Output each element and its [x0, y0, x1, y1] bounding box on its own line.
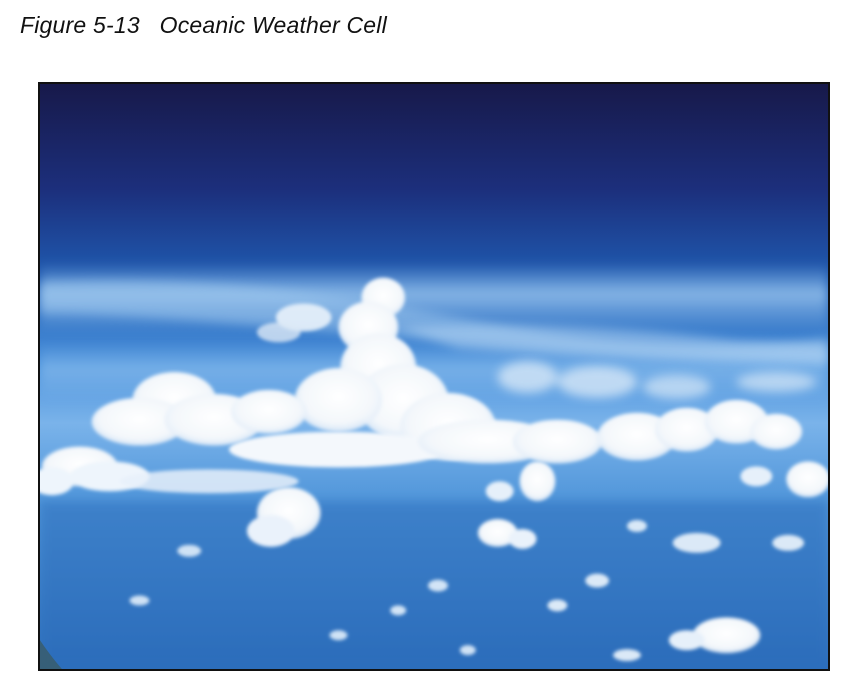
figure-caption: Figure 5-13 Oceanic Weather Cell — [20, 12, 387, 39]
photo-illustration — [40, 84, 828, 669]
figure-title: Oceanic Weather Cell — [159, 12, 387, 38]
figure-label: Figure 5-13 — [20, 12, 140, 38]
oceanic-weather-cell-photo — [38, 82, 830, 671]
